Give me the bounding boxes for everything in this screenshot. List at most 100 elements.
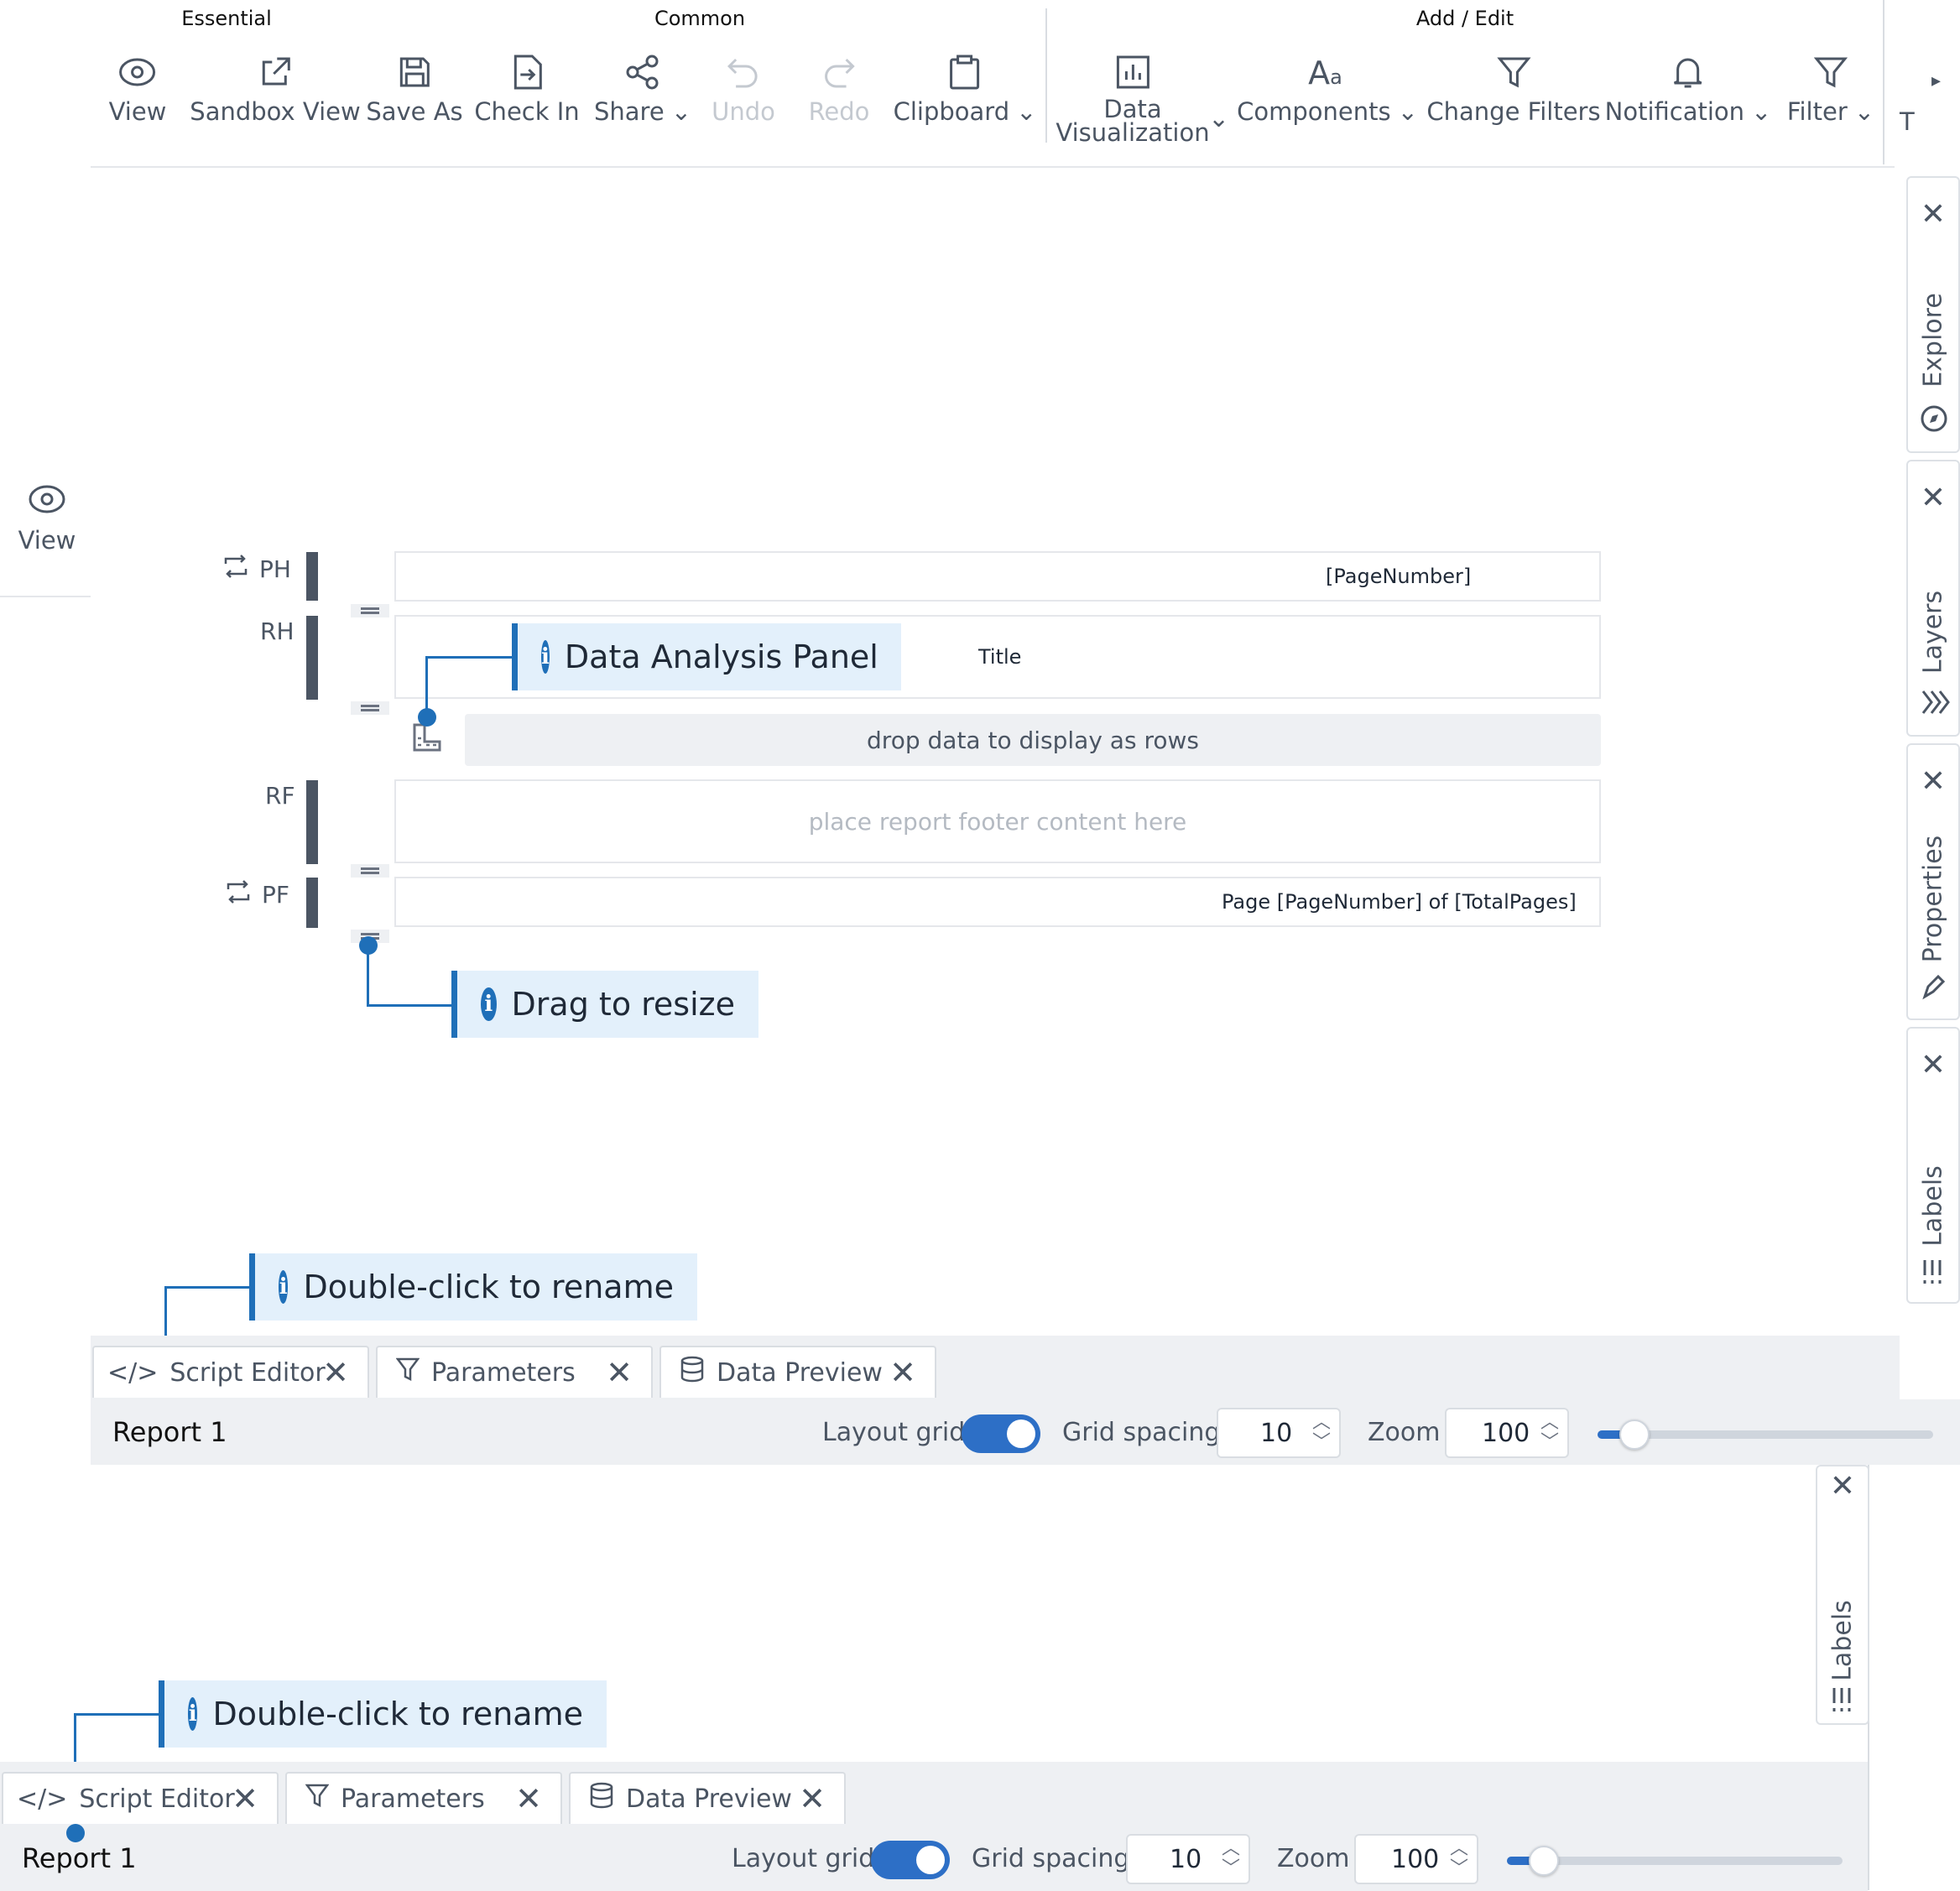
group-essential: Essential xyxy=(181,7,272,30)
save-as-button[interactable]: Save As xyxy=(366,52,463,126)
close-icon[interactable]: ✕ xyxy=(322,1354,349,1391)
close-icon[interactable]: ✕ xyxy=(1921,483,1946,513)
report-footer-band[interactable]: place report footer content here xyxy=(394,779,1601,863)
close-icon[interactable]: ✕ xyxy=(1921,200,1946,230)
close-icon[interactable]: ✕ xyxy=(1921,767,1946,797)
view-label: View xyxy=(108,97,167,126)
tab-parameters[interactable]: Parameters ✕ xyxy=(285,1772,562,1824)
text-components-icon: Aa xyxy=(1237,52,1418,92)
page-header-band[interactable]: [PageNumber] xyxy=(394,551,1601,602)
callout-line xyxy=(164,1286,252,1289)
close-icon[interactable]: ✕ xyxy=(1830,1472,1855,1502)
scroll-right-icon[interactable]: ▸ xyxy=(1931,70,1941,91)
share-button[interactable]: Share ⌄ xyxy=(594,52,691,126)
layout-grid-label: Layout grid xyxy=(822,1417,966,1447)
stepper-arrows-icon[interactable]: ︿ ﹀ xyxy=(1222,1839,1240,1879)
zoom-slider-knob[interactable] xyxy=(1619,1420,1650,1450)
tab-script-editor[interactable]: </> Script Editor ✕ xyxy=(2,1772,279,1824)
pen-icon xyxy=(1920,972,1948,1003)
chevron-down-icon: ⌄ xyxy=(1853,97,1875,126)
resize-handle[interactable] xyxy=(351,701,389,715)
view-button[interactable]: View xyxy=(108,52,167,126)
grid-spacing-stepper[interactable]: 10 ︿ ﹀ xyxy=(1217,1408,1341,1458)
filter-icon xyxy=(395,1357,420,1388)
sandbox-view-label: Sandbox View xyxy=(190,97,361,126)
band-bar-pf[interactable] xyxy=(306,878,318,928)
callout-line xyxy=(367,943,369,1007)
report-name[interactable]: Report 1 xyxy=(112,1416,227,1448)
close-icon[interactable]: ✕ xyxy=(232,1780,258,1817)
title-field[interactable]: Title xyxy=(978,645,1021,669)
close-icon[interactable]: ✕ xyxy=(515,1780,542,1817)
share-icon xyxy=(594,52,691,92)
band-bar-rh[interactable] xyxy=(306,616,318,700)
side-tab-layers[interactable]: ✕ Layers xyxy=(1906,460,1960,737)
tab-data-preview[interactable]: Data Preview ✕ xyxy=(659,1346,936,1398)
sandbox-view-button[interactable]: Sandbox View xyxy=(190,52,361,126)
stepper-arrows-icon[interactable]: ︿ ﹀ xyxy=(1540,1413,1559,1453)
zoom-value: 100 xyxy=(1391,1844,1440,1874)
band-label-rh: RH xyxy=(260,617,295,645)
tab-parameters[interactable]: Parameters ✕ xyxy=(376,1346,653,1398)
ribbon-divider xyxy=(1883,0,1884,164)
callout-line xyxy=(74,1713,161,1716)
change-filters-button[interactable]: Change Filters xyxy=(1426,52,1601,126)
data-analysis-panel-icon[interactable] xyxy=(409,721,443,758)
side-tab-explore[interactable]: ✕ Explore xyxy=(1906,176,1960,453)
status-bar: Report 1 Layout grid Grid spacing 10 ︿ ﹀ … xyxy=(0,1824,1868,1891)
close-icon[interactable]: ✕ xyxy=(799,1780,826,1817)
tab-data-preview-label: Data Preview xyxy=(717,1357,883,1388)
clipboard-button[interactable]: Clipboard ⌄ xyxy=(894,52,1036,126)
check-in-label: Check In xyxy=(474,97,580,126)
labels-label: Labels xyxy=(1918,1165,1948,1247)
side-tab-properties[interactable]: ✕ Properties xyxy=(1906,743,1960,1020)
close-icon[interactable]: ✕ xyxy=(1921,1050,1946,1081)
tab-data-preview[interactable]: Data Preview ✕ xyxy=(569,1772,846,1824)
page-number-field[interactable]: [PageNumber] xyxy=(1326,565,1471,588)
tip-double-click-rename: i Double-click to rename xyxy=(249,1253,697,1321)
page-footer-band[interactable]: Page [PageNumber] of [TotalPages] xyxy=(394,877,1601,927)
rows-drop-zone[interactable]: drop data to display as rows xyxy=(465,714,1601,766)
callout-dot xyxy=(418,708,436,727)
layout-grid-toggle[interactable] xyxy=(871,1841,950,1879)
close-icon[interactable]: ✕ xyxy=(889,1354,916,1391)
overflow-button-text[interactable]: T xyxy=(1900,107,1915,136)
redo-label: Redo xyxy=(808,97,870,126)
resize-handle[interactable] xyxy=(351,604,389,617)
band-bar-rf[interactable] xyxy=(306,780,318,864)
report-name[interactable]: Report 1 xyxy=(22,1842,137,1874)
undo-button[interactable]: Undo xyxy=(712,52,775,126)
tab-script-editor[interactable]: </> Script Editor ✕ xyxy=(92,1346,369,1398)
grid-spacing-stepper[interactable]: 10 ︿ ﹀ xyxy=(1126,1834,1250,1884)
layout-grid-toggle[interactable] xyxy=(962,1414,1040,1453)
components-button[interactable]: Aa Components ⌄ xyxy=(1237,52,1418,126)
check-in-button[interactable]: Check In xyxy=(474,52,580,126)
data-visualization-button[interactable]: Data Visualization xyxy=(1056,52,1210,147)
chevron-down-icon[interactable]: ⌄ xyxy=(1208,104,1229,133)
notification-button[interactable]: Notification ⌄ xyxy=(1605,52,1772,126)
stepper-arrows-icon[interactable]: ︿ ﹀ xyxy=(1450,1839,1468,1879)
bell-icon xyxy=(1605,52,1772,92)
stepper-arrows-icon[interactable]: ︿ ﹀ xyxy=(1312,1413,1331,1453)
bottom-tabs-strip xyxy=(0,1762,1868,1826)
close-icon[interactable]: ✕ xyxy=(606,1354,633,1391)
info-icon: i xyxy=(481,987,497,1021)
zoom-stepper[interactable]: 100 ︿ ﹀ xyxy=(1445,1408,1569,1458)
left-view-button[interactable]: View xyxy=(0,482,94,555)
footer-placeholder: place report footer content here xyxy=(808,807,1187,836)
side-tab-labels[interactable]: ✕ Labels xyxy=(1906,1027,1960,1304)
svg-text:A: A xyxy=(1308,55,1330,89)
filter-button[interactable]: Filter ⌄ xyxy=(1787,52,1874,126)
page-footer-field[interactable]: Page [PageNumber] of [TotalPages] xyxy=(1222,890,1577,914)
redo-button[interactable]: Redo xyxy=(808,52,870,126)
side-tab-labels[interactable]: ✕ Labels xyxy=(1816,1465,1869,1725)
info-icon: i xyxy=(188,1697,198,1731)
zoom-slider-knob[interactable] xyxy=(1529,1846,1559,1876)
band-bar-ph[interactable] xyxy=(306,552,318,601)
labels-label: Labels xyxy=(1827,1600,1858,1681)
filter-icon xyxy=(305,1783,330,1815)
zoom-stepper[interactable]: 100 ︿ ﹀ xyxy=(1354,1834,1478,1884)
external-link-icon xyxy=(190,52,360,92)
undo-label: Undo xyxy=(712,97,775,126)
resize-handle[interactable] xyxy=(351,864,389,878)
